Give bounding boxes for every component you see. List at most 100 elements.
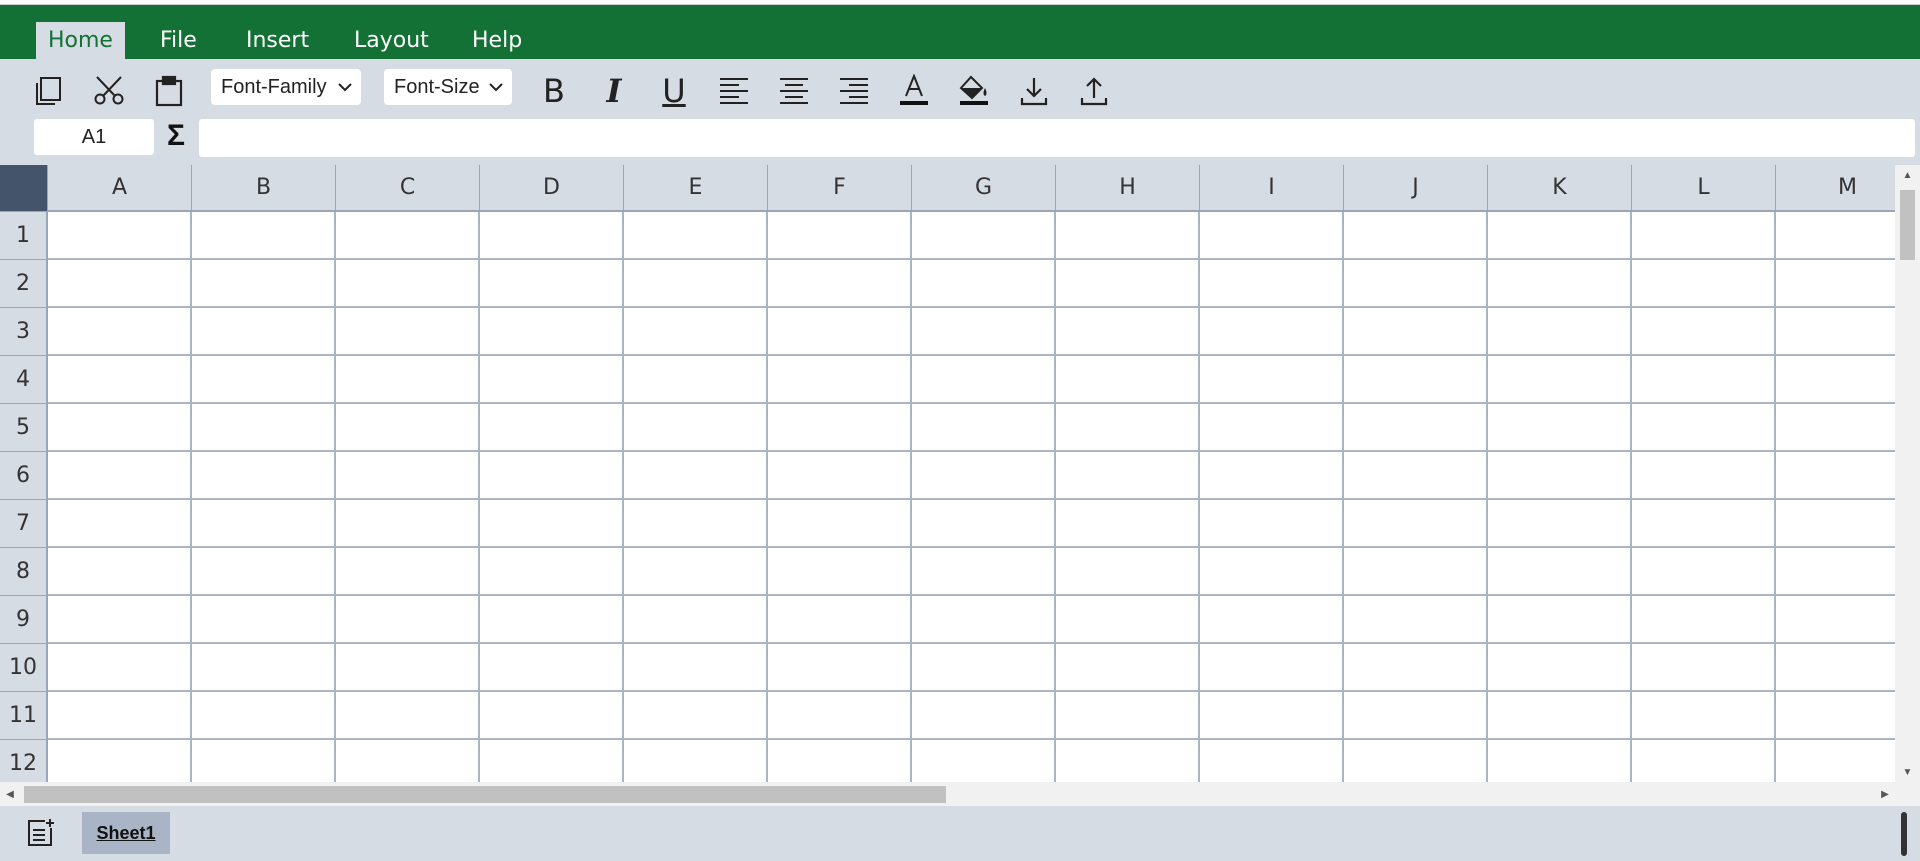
row-header[interactable]: 5 bbox=[0, 404, 48, 452]
grid-cell[interactable] bbox=[912, 404, 1056, 452]
grid-cell[interactable] bbox=[912, 596, 1056, 644]
cut-button[interactable] bbox=[86, 69, 132, 113]
grid-cell[interactable] bbox=[480, 212, 624, 260]
grid-cell[interactable] bbox=[192, 308, 336, 356]
grid-cell[interactable] bbox=[1776, 212, 1895, 260]
font-size-select[interactable]: Font-Size bbox=[384, 69, 512, 105]
grid-cell[interactable] bbox=[1632, 548, 1776, 596]
grid-cell[interactable] bbox=[1344, 596, 1488, 644]
vertical-scrollbar[interactable]: ▲ ▼ bbox=[1895, 165, 1920, 782]
grid-cell[interactable] bbox=[768, 308, 912, 356]
grid-cell[interactable] bbox=[768, 740, 912, 782]
grid-cell[interactable] bbox=[768, 260, 912, 308]
grid-cell[interactable] bbox=[1344, 740, 1488, 782]
grid-cell[interactable] bbox=[480, 692, 624, 740]
formula-input[interactable] bbox=[199, 119, 1915, 157]
grid-cell[interactable] bbox=[1200, 644, 1344, 692]
grid-cell[interactable] bbox=[1056, 452, 1200, 500]
grid-cell[interactable] bbox=[1200, 740, 1344, 782]
row-header[interactable]: 11 bbox=[0, 692, 48, 740]
grid-cell[interactable] bbox=[1200, 308, 1344, 356]
grid-cell[interactable] bbox=[768, 548, 912, 596]
grid-cell[interactable] bbox=[336, 596, 480, 644]
underline-button[interactable]: U bbox=[651, 69, 697, 113]
grid-cell[interactable] bbox=[1632, 452, 1776, 500]
grid-cell[interactable] bbox=[768, 404, 912, 452]
grid-cell[interactable] bbox=[48, 548, 192, 596]
grid-cell[interactable] bbox=[1632, 404, 1776, 452]
align-right-button[interactable] bbox=[831, 69, 877, 113]
grid-cell[interactable] bbox=[48, 740, 192, 782]
grid-cell[interactable] bbox=[48, 596, 192, 644]
horizontal-scroll-thumb[interactable] bbox=[24, 786, 946, 803]
grid-cell[interactable] bbox=[1056, 596, 1200, 644]
grid-cell[interactable] bbox=[1632, 740, 1776, 782]
grid-cell[interactable] bbox=[624, 692, 768, 740]
row-header[interactable]: 9 bbox=[0, 596, 48, 644]
grid-cell[interactable] bbox=[336, 500, 480, 548]
grid-cell[interactable] bbox=[1632, 596, 1776, 644]
row-header[interactable]: 1 bbox=[0, 212, 48, 260]
grid-cell[interactable] bbox=[1776, 404, 1895, 452]
column-header[interactable]: M bbox=[1776, 165, 1895, 212]
grid-cell[interactable] bbox=[1488, 356, 1632, 404]
column-header[interactable]: J bbox=[1344, 165, 1488, 212]
grid-cell[interactable] bbox=[912, 548, 1056, 596]
grid-cell[interactable] bbox=[912, 452, 1056, 500]
grid-cell[interactable] bbox=[912, 500, 1056, 548]
row-header[interactable]: 2 bbox=[0, 260, 48, 308]
paste-button[interactable] bbox=[146, 69, 192, 113]
grid-cell[interactable] bbox=[768, 644, 912, 692]
grid-cell[interactable] bbox=[48, 308, 192, 356]
grid-cell[interactable] bbox=[480, 404, 624, 452]
grid-cell[interactable] bbox=[1776, 260, 1895, 308]
grid-cell[interactable] bbox=[768, 212, 912, 260]
grid-cell[interactable] bbox=[480, 548, 624, 596]
grid-cell[interactable] bbox=[1200, 596, 1344, 644]
column-header[interactable]: G bbox=[912, 165, 1056, 212]
grid-cell[interactable] bbox=[1488, 740, 1632, 782]
menu-insert[interactable]: Insert bbox=[234, 22, 321, 59]
grid-cell[interactable] bbox=[1200, 212, 1344, 260]
grid-cell[interactable] bbox=[1056, 692, 1200, 740]
grid-cell[interactable] bbox=[1200, 404, 1344, 452]
menu-home[interactable]: Home bbox=[36, 22, 125, 59]
column-header[interactable]: B bbox=[192, 165, 336, 212]
grid-cell[interactable] bbox=[912, 212, 1056, 260]
grid-cell[interactable] bbox=[336, 308, 480, 356]
grid-cell[interactable] bbox=[1776, 356, 1895, 404]
grid-cell[interactable] bbox=[336, 404, 480, 452]
grid-cell[interactable] bbox=[48, 212, 192, 260]
grid-cell[interactable] bbox=[1776, 548, 1895, 596]
grid-cell[interactable] bbox=[1200, 692, 1344, 740]
grid-cell[interactable] bbox=[336, 212, 480, 260]
select-all-corner[interactable] bbox=[0, 165, 48, 212]
grid-cell[interactable] bbox=[624, 356, 768, 404]
grid-cell[interactable] bbox=[1776, 452, 1895, 500]
grid-cell[interactable] bbox=[624, 260, 768, 308]
grid-cell[interactable] bbox=[48, 356, 192, 404]
row-header[interactable]: 3 bbox=[0, 308, 48, 356]
grid-cell[interactable] bbox=[192, 260, 336, 308]
grid-cell[interactable] bbox=[768, 692, 912, 740]
grid-cell[interactable] bbox=[192, 740, 336, 782]
grid-cell[interactable] bbox=[480, 356, 624, 404]
grid-cell[interactable] bbox=[1488, 308, 1632, 356]
grid-cell[interactable] bbox=[1200, 548, 1344, 596]
grid-cell[interactable] bbox=[1056, 740, 1200, 782]
grid-cell[interactable] bbox=[1776, 692, 1895, 740]
grid-cell[interactable] bbox=[912, 644, 1056, 692]
grid-cell[interactable] bbox=[1344, 644, 1488, 692]
grid-cell[interactable] bbox=[336, 692, 480, 740]
grid-cell[interactable] bbox=[1488, 692, 1632, 740]
grid-cell[interactable] bbox=[1056, 644, 1200, 692]
grid-cell[interactable] bbox=[336, 452, 480, 500]
grid-cell[interactable] bbox=[48, 692, 192, 740]
grid-cell[interactable] bbox=[480, 500, 624, 548]
grid-cell[interactable] bbox=[1776, 596, 1895, 644]
grid-cell[interactable] bbox=[1632, 260, 1776, 308]
scroll-right-icon[interactable]: ▶ bbox=[1875, 782, 1895, 806]
grid-cell[interactable] bbox=[1056, 404, 1200, 452]
grid-cell[interactable] bbox=[1344, 548, 1488, 596]
horizontal-scrollbar[interactable]: ◀ ▶ bbox=[0, 782, 1895, 806]
